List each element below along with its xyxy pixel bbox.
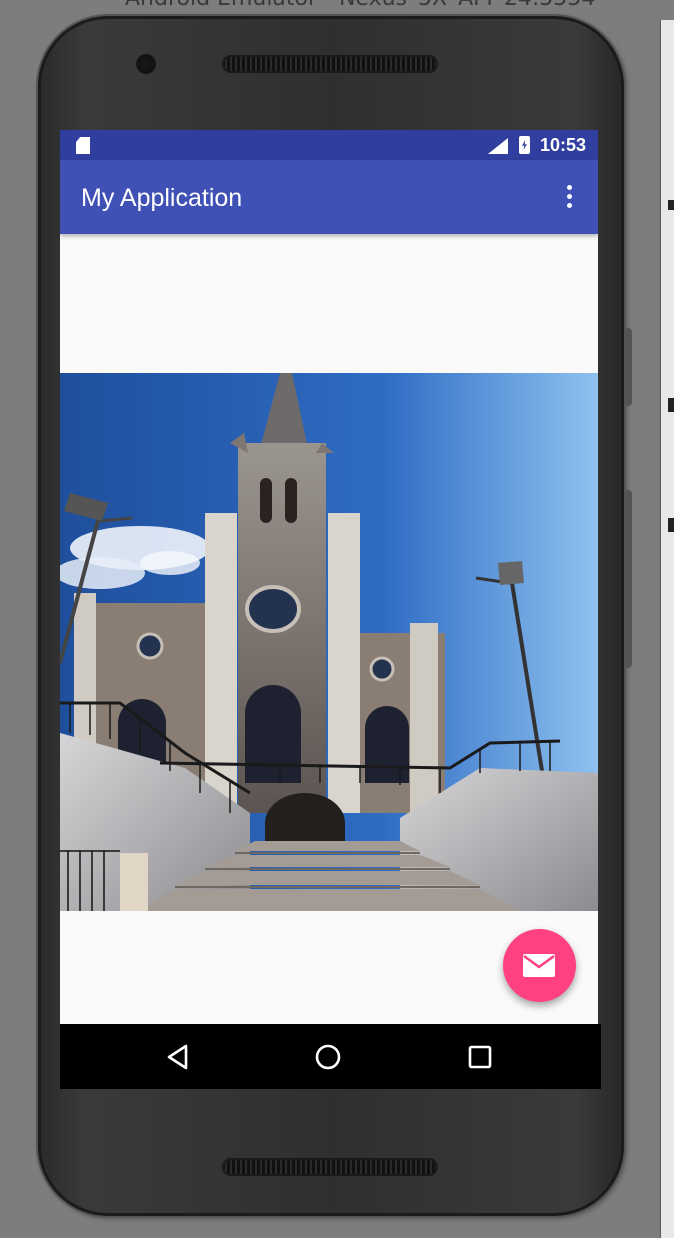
bottom-speaker: [222, 1158, 438, 1176]
overflow-menu-icon[interactable]: [560, 184, 580, 212]
device-screen: LTE 10:53 My Application: [60, 130, 598, 1088]
home-icon[interactable]: [313, 1042, 343, 1072]
sd-card-icon: [76, 137, 90, 154]
host-edge-mark: [668, 518, 674, 532]
church-photo: [60, 373, 598, 911]
host-edge-mark: [668, 398, 674, 412]
battery-charging-icon: [519, 136, 530, 154]
front-camera: [136, 54, 156, 74]
top-speaker: [222, 55, 438, 73]
emulator-window-title: Android Emulator - Nexus_5X_API_24:5554: [125, 0, 674, 8]
status-bar: LTE 10:53: [60, 130, 598, 160]
back-icon[interactable]: [163, 1042, 193, 1072]
host-edge-mark: [668, 200, 674, 210]
power-button[interactable]: [624, 328, 632, 406]
status-clock: 10:53: [540, 135, 587, 155]
recents-icon[interactable]: [465, 1042, 495, 1072]
email-fab-button[interactable]: [503, 929, 576, 1002]
network-type-label: LTE: [486, 134, 503, 144]
app-title: My Application: [81, 184, 243, 212]
navigation-bar: [60, 1024, 601, 1089]
app-toolbar: My Application: [60, 160, 598, 234]
volume-button[interactable]: [624, 490, 632, 668]
email-icon: [523, 954, 555, 977]
